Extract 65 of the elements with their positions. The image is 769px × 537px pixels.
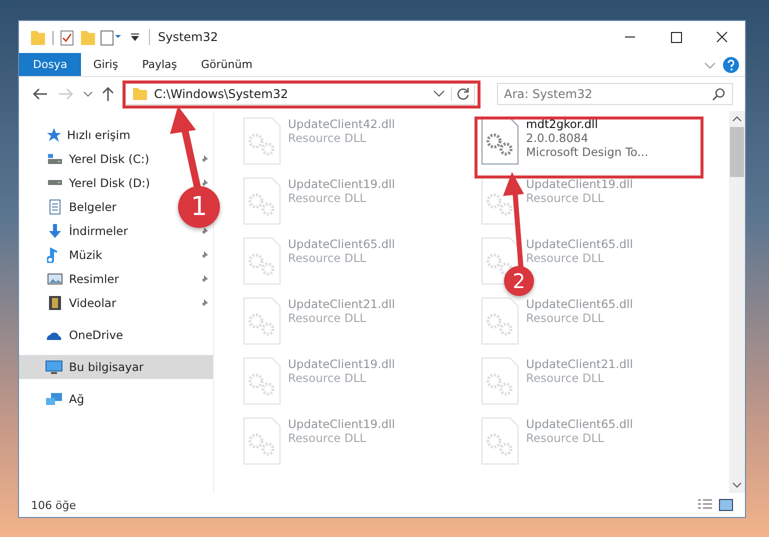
file-detail: Resource DLL: [526, 251, 606, 265]
file-gears-icon: [242, 417, 282, 465]
file-gears-icon: [480, 117, 520, 165]
sidebar-item[interactable]: Videolar: [69, 296, 116, 310]
file-detail: Resource DLL: [288, 131, 368, 145]
monitor-icon: [45, 360, 63, 374]
file-detail: Resource DLL: [526, 311, 606, 325]
file-gears-icon: [242, 237, 282, 285]
scroll-down-icon[interactable]: [732, 481, 742, 489]
ribbon-tab[interactable]: Dosya: [19, 53, 82, 76]
download-arrow-icon: [47, 223, 63, 239]
chevron-down-icon[interactable]: [433, 90, 445, 98]
item-count: 106 öğe: [31, 498, 76, 512]
sidebar-item[interactable]: İndirmeler: [69, 224, 128, 238]
file-gears-icon: [480, 357, 520, 405]
picture-icon: [47, 271, 63, 287]
file-detail: 2.0.0.8084: [526, 131, 590, 145]
file-gears-icon: [480, 417, 520, 465]
file-gears-icon: [480, 297, 520, 345]
network-icon: [45, 392, 63, 406]
file-gears-icon: [242, 177, 282, 225]
folder-icon: [132, 87, 148, 101]
sidebar-item[interactable]: Resimler: [69, 272, 119, 286]
film-icon: [47, 295, 63, 311]
ribbon-tab[interactable]: Giriş: [81, 53, 130, 76]
file-gears-icon: [242, 117, 282, 165]
sidebar-item[interactable]: Belgeler: [69, 200, 117, 214]
ribbon-tab[interactable]: Paylaş: [130, 53, 189, 76]
sidebar-item[interactable]: Ağ: [19, 387, 213, 411]
window-title: System32: [158, 30, 218, 44]
file-detail: Resource DLL: [288, 251, 368, 265]
file-detail: Resource DLL: [288, 311, 368, 325]
document-icon: [47, 199, 63, 215]
sidebar-item[interactable]: Bu bilgisayar: [19, 355, 213, 379]
sidebar-item[interactable]: OneDrive: [19, 323, 213, 347]
file-gears-icon: [242, 297, 282, 345]
ribbon-tab[interactable]: Görünüm: [189, 53, 264, 76]
star-icon: [45, 127, 61, 143]
file-detail: Microsoft Design To...: [526, 145, 648, 159]
file-detail: Resource DLL: [288, 371, 368, 385]
scrollbar[interactable]: [729, 111, 745, 493]
recent-locations-icon[interactable]: [83, 90, 93, 98]
file-detail: Resource DLL: [288, 191, 368, 205]
file-detail: Resource DLL: [526, 431, 606, 445]
scroll-up-icon[interactable]: [732, 115, 742, 123]
drive-icon: [47, 154, 63, 164]
sidebar-item[interactable]: Yerel Disk (D:): [69, 176, 150, 190]
search-field[interactable]: Ara: System32: [497, 83, 733, 105]
help-icon[interactable]: [723, 56, 739, 72]
sidebar-item[interactable]: Müzik: [69, 248, 102, 262]
sidebar-item[interactable]: Yerel Disk (C:): [69, 152, 150, 166]
details-view-icon[interactable]: [697, 499, 713, 511]
search-icon: [712, 87, 726, 101]
address-bar[interactable]: C:\Windows\System32: [125, 83, 475, 105]
file-name[interactable]: mdt2gkor.dll: [526, 117, 648, 131]
up-arrow-icon[interactable]: [101, 86, 115, 102]
picture-icon[interactable]: [719, 499, 733, 511]
drive-icon: [47, 180, 63, 186]
scrollbar-thumb[interactable]: [730, 127, 744, 177]
file-detail: Resource DLL: [526, 191, 606, 205]
sidebar-item[interactable]: Hızlı erişim: [19, 123, 213, 147]
file-detail: Resource DLL: [526, 371, 606, 385]
file-detail: Resource DLL: [288, 431, 368, 445]
back-arrow-icon[interactable]: [31, 87, 49, 101]
file-gears-icon: [242, 357, 282, 405]
